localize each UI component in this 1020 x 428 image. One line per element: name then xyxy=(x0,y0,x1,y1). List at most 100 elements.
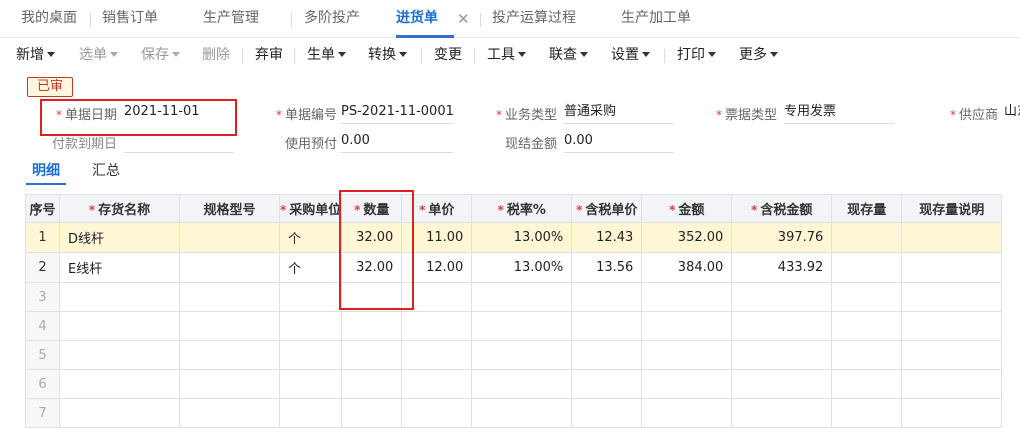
col-header-spec[interactable]: 规格型号 xyxy=(179,194,280,223)
empty-cell[interactable] xyxy=(901,311,1003,341)
table-row[interactable]: 6 xyxy=(25,369,1003,399)
empty-cell[interactable] xyxy=(641,340,733,370)
empty-cell[interactable] xyxy=(901,282,1003,312)
pay-due-field[interactable] xyxy=(124,131,234,153)
cell-stock-note[interactable] xyxy=(901,222,1003,253)
table-row[interactable]: 4 xyxy=(25,311,1003,341)
empty-cell[interactable] xyxy=(278,369,343,399)
col-header-amount[interactable]: * 金额 xyxy=(641,194,733,223)
tab-work-order[interactable]: 生产加工单 xyxy=(621,0,691,38)
cell-tax-amount[interactable]: 433.92 xyxy=(731,252,833,283)
cell-spec[interactable] xyxy=(179,222,280,253)
table-row[interactable]: 5 xyxy=(25,340,1003,370)
col-header-tax-amount[interactable]: * 含税金额 xyxy=(731,194,833,223)
empty-cell[interactable] xyxy=(471,282,573,312)
empty-cell[interactable] xyxy=(471,340,573,370)
col-header-tax-rate[interactable]: * 税率% xyxy=(471,194,573,223)
col-header-idx[interactable]: 序号 xyxy=(25,194,60,223)
empty-cell[interactable] xyxy=(641,282,733,312)
close-icon[interactable]: ✕ xyxy=(457,0,470,38)
empty-cell[interactable] xyxy=(641,369,733,399)
empty-cell[interactable] xyxy=(831,398,903,428)
biz-type-field[interactable]: 普通采购 xyxy=(564,102,674,124)
empty-cell[interactable] xyxy=(831,369,903,399)
cell-stock-note[interactable] xyxy=(901,252,1003,283)
empty-cell[interactable] xyxy=(59,340,180,370)
cell-name[interactable]: D线杆 xyxy=(59,222,180,253)
cell-spec[interactable] xyxy=(179,252,280,283)
empty-cell[interactable] xyxy=(471,369,573,399)
tab-production-mgmt[interactable]: 生产管理 xyxy=(203,0,259,38)
empty-cell[interactable] xyxy=(179,311,280,341)
empty-cell[interactable] xyxy=(401,398,473,428)
empty-cell[interactable] xyxy=(401,369,473,399)
query-button[interactable]: 联查 xyxy=(549,40,588,70)
empty-cell[interactable] xyxy=(341,340,403,370)
empty-cell[interactable] xyxy=(831,340,903,370)
tab-sales-order[interactable]: 销售订单 xyxy=(102,0,158,38)
more-button[interactable]: 更多 xyxy=(739,40,778,70)
convert-button[interactable]: 转换 xyxy=(368,40,407,70)
empty-cell[interactable] xyxy=(571,398,643,428)
empty-cell[interactable] xyxy=(901,398,1003,428)
supplier-field[interactable]: 山东 xyxy=(1004,102,1020,124)
empty-cell[interactable] xyxy=(571,369,643,399)
empty-cell[interactable] xyxy=(278,282,343,312)
empty-cell[interactable] xyxy=(179,282,280,312)
cell-tax-price[interactable]: 12.43 xyxy=(571,222,643,253)
empty-cell[interactable] xyxy=(401,311,473,341)
empty-cell[interactable] xyxy=(179,369,280,399)
empty-cell[interactable] xyxy=(831,311,903,341)
empty-cell[interactable] xyxy=(731,282,833,312)
empty-cell[interactable] xyxy=(571,340,643,370)
col-header-unit[interactable]: * 采购单位 xyxy=(278,194,343,223)
save-button[interactable]: 保存 xyxy=(141,40,180,70)
empty-cell[interactable] xyxy=(641,398,733,428)
tab-multi-stage[interactable]: 多阶投产 xyxy=(304,0,360,38)
table-row[interactable]: 1 D线杆 个 32.00 11.00 13.00% 12.43 352.00 … xyxy=(25,222,1003,253)
doc-no-field[interactable]: PS-2021-11-0001 xyxy=(341,102,454,124)
table-row[interactable]: 7 xyxy=(25,398,1003,428)
empty-cell[interactable] xyxy=(179,340,280,370)
empty-cell[interactable] xyxy=(59,282,180,312)
empty-cell[interactable] xyxy=(901,369,1003,399)
cell-name[interactable]: E线杆 xyxy=(59,252,180,283)
empty-cell[interactable] xyxy=(341,369,403,399)
empty-cell[interactable] xyxy=(278,311,343,341)
cell-tax-rate[interactable]: 13.00% xyxy=(471,252,573,283)
print-button[interactable]: 打印 xyxy=(677,40,716,70)
col-header-tax-price[interactable]: * 含税单价 xyxy=(571,194,643,223)
empty-cell[interactable] xyxy=(59,311,180,341)
change-button[interactable]: 变更 xyxy=(434,40,462,70)
empty-cell[interactable] xyxy=(731,340,833,370)
empty-cell[interactable] xyxy=(341,398,403,428)
cell-tax-rate[interactable]: 13.00% xyxy=(471,222,573,253)
use-prepay-field[interactable]: 0.00 xyxy=(341,131,453,153)
cell-stock[interactable] xyxy=(831,222,903,253)
table-row[interactable]: 3 xyxy=(25,282,1003,312)
empty-cell[interactable] xyxy=(571,311,643,341)
new-button[interactable]: 新增 xyxy=(16,40,55,70)
cell-unit[interactable]: 个 xyxy=(278,222,343,253)
empty-cell[interactable] xyxy=(59,369,180,399)
empty-cell[interactable] xyxy=(341,311,403,341)
cell-unit[interactable]: 个 xyxy=(278,252,343,283)
generate-button[interactable]: 生单 xyxy=(307,40,346,70)
cell-stock[interactable] xyxy=(831,252,903,283)
empty-cell[interactable] xyxy=(831,282,903,312)
col-header-name[interactable]: * 存货名称 xyxy=(59,194,180,223)
cash-amount-field[interactable]: 0.00 xyxy=(564,131,674,153)
col-header-stock[interactable]: 现存量 xyxy=(831,194,903,223)
col-header-stock-note[interactable]: 现存量说明 xyxy=(901,194,1003,223)
empty-cell[interactable] xyxy=(59,398,180,428)
tools-button[interactable]: 工具 xyxy=(487,40,526,70)
settings-button[interactable]: 设置 xyxy=(611,40,650,70)
empty-cell[interactable] xyxy=(641,311,733,341)
empty-cell[interactable] xyxy=(179,398,280,428)
tab-summary[interactable]: 汇总 xyxy=(92,160,120,184)
empty-cell[interactable] xyxy=(471,398,573,428)
empty-cell[interactable] xyxy=(731,398,833,428)
empty-cell[interactable] xyxy=(571,282,643,312)
cell-amount[interactable]: 352.00 xyxy=(641,222,733,253)
delete-button[interactable]: 删除 xyxy=(202,40,230,70)
